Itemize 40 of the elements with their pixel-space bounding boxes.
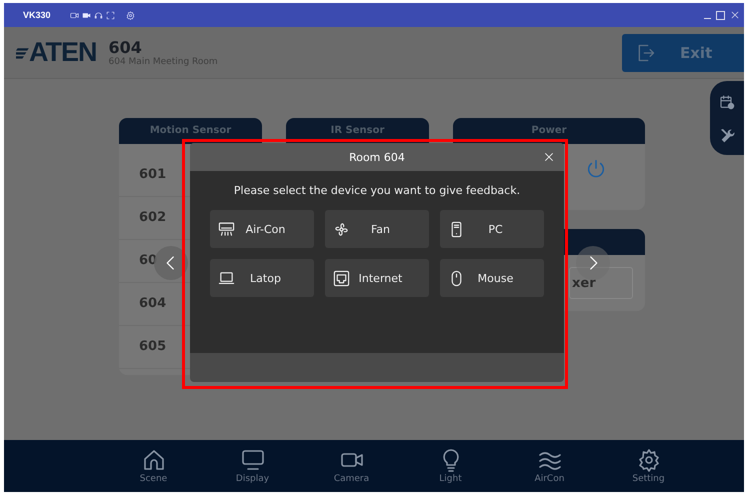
nav-item[interactable]: Camera	[302, 440, 401, 492]
video-camera-icon[interactable]	[82, 10, 91, 20]
nav-item[interactable]: Setting	[599, 440, 698, 492]
maximize-button[interactable]	[716, 10, 725, 20]
exit-button[interactable]: Exit	[622, 34, 744, 72]
camera-icon[interactable]	[70, 10, 79, 20]
card-header: Power	[453, 118, 645, 144]
device-button[interactable]: PC	[440, 210, 544, 248]
device-button[interactable]: Internet	[325, 259, 429, 297]
logo-text: ATEN	[29, 37, 96, 68]
air-conditioner-icon	[218, 220, 235, 238]
mixer-button[interactable]: xer	[569, 267, 633, 299]
nav-item[interactable]: Scene	[104, 440, 203, 492]
nav-item[interactable]: Light	[401, 440, 500, 492]
fullscreen-icon[interactable]	[106, 10, 115, 20]
exit-icon	[636, 42, 656, 62]
next-button[interactable]	[576, 246, 610, 280]
nav-item[interactable]: AirCon	[500, 440, 599, 492]
tools-icon[interactable]	[719, 126, 735, 142]
laptop-icon	[218, 270, 235, 286]
device-button[interactable]: Mouse	[440, 259, 544, 297]
dialog-title: Room 604	[349, 150, 405, 164]
settings-icon	[636, 448, 660, 472]
network-port-icon	[333, 270, 350, 286]
device-button[interactable]: Air-Con	[210, 210, 314, 248]
device-button[interactable]: Fan	[325, 210, 429, 248]
window-title: VK330	[23, 10, 51, 20]
settings-icon[interactable]	[126, 10, 135, 20]
headset-icon[interactable]	[94, 10, 103, 20]
nav-item[interactable]: Display	[203, 440, 302, 492]
fan-icon	[333, 220, 350, 238]
prompt-text: Please select the device you want to give feedback.	[232, 184, 522, 197]
room-number: 604	[108, 38, 143, 56]
card-header: Motion Sensor	[119, 118, 262, 144]
calendar-icon[interactable]	[719, 94, 735, 110]
close-button[interactable]	[543, 151, 555, 163]
device-button[interactable]: Latop	[210, 259, 314, 297]
home-icon	[142, 448, 166, 472]
monitor-icon	[240, 448, 264, 472]
close-button[interactable]	[730, 10, 740, 20]
